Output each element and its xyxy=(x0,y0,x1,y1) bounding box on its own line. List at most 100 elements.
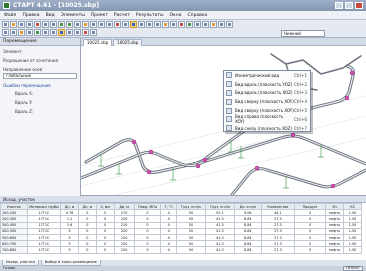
menu-item-isometric[interactable]: Изометрический вид Ctrl+1 xyxy=(224,71,310,80)
properties-panel: Перемещения Элемент: Разрешение от сочет… xyxy=(0,38,81,196)
menu-item-view[interactable]: Вид xyxy=(46,13,55,18)
menu-item-view-xoz[interactable]: Вид вдоль (плоскость XOZ) Ctrl+3 xyxy=(224,89,310,98)
model-viewport[interactable]: Изометрический вид Ctrl+1 Вид вдоль (пло… xyxy=(81,46,366,196)
support-icon[interactable] xyxy=(114,21,121,28)
layer-select[interactable]: Нижний xyxy=(281,30,325,37)
zoom-out-icon[interactable] xyxy=(146,21,153,28)
table-panel-header: Исход. участок xyxy=(0,196,366,203)
warning-icon[interactable] xyxy=(82,29,89,36)
results-icon[interactable] xyxy=(194,21,201,28)
table-cell[interactable]: 8.84 xyxy=(233,246,262,254)
help-icon[interactable] xyxy=(226,21,233,28)
table-cell[interactable]: 50 xyxy=(175,246,206,254)
menu-item-windows[interactable]: Окна xyxy=(170,13,182,18)
menu-item-file[interactable]: Файл xyxy=(4,13,16,18)
menu-item-elements[interactable]: Элементы xyxy=(61,13,85,18)
axis-x-field: Вдоль X: xyxy=(3,91,77,96)
table-cell[interactable]: 220 xyxy=(113,246,135,254)
fit-icon[interactable] xyxy=(170,21,177,28)
save-icon[interactable] xyxy=(18,21,25,28)
print-icon[interactable] xyxy=(26,21,33,28)
table-cell[interactable]: 700-800 xyxy=(0,246,28,254)
undo-icon[interactable] xyxy=(58,21,65,28)
doc-tab[interactable]: 10025.sbp xyxy=(83,39,113,46)
valve-icon[interactable] xyxy=(42,29,49,36)
table-cell[interactable]: 0 xyxy=(95,246,115,254)
stop-icon[interactable] xyxy=(178,21,185,28)
table-cell[interactable]: нефть xyxy=(325,246,345,254)
field-label: Вдоль Y: xyxy=(15,100,33,105)
move-icon[interactable] xyxy=(10,29,17,36)
document-tabs: 10025.sbp 10025.sbp xyxy=(81,38,366,46)
view-dropdown-menu: Изометрический вид Ctrl+1 Вид вдоль (пло… xyxy=(223,70,311,132)
table-cell[interactable]: 0 xyxy=(133,246,162,254)
menu-item-shortcut: Ctrl+2 xyxy=(294,81,308,87)
zoom-in-icon[interactable] xyxy=(138,21,145,28)
report-icon[interactable] xyxy=(210,21,217,28)
menu-item-project[interactable]: Проект xyxy=(91,13,108,18)
calc-icon[interactable] xyxy=(82,21,89,28)
filter-icon[interactable] xyxy=(74,29,81,36)
table-cell[interactable]: 41.3 xyxy=(204,246,235,254)
layers-icon[interactable] xyxy=(66,29,73,36)
menu-item-results[interactable]: Результаты xyxy=(136,13,164,18)
doc-tab[interactable]: 10025.sbp xyxy=(113,39,143,46)
table-cell[interactable]: 27.3 xyxy=(260,246,296,254)
new-icon[interactable] xyxy=(2,21,9,28)
menu-item-help[interactable]: Справка xyxy=(187,13,207,18)
grid-icon[interactable] xyxy=(74,21,81,28)
close-button[interactable] xyxy=(355,2,363,9)
delete-icon[interactable] xyxy=(26,29,33,36)
pan-icon[interactable] xyxy=(154,21,161,28)
app-icon xyxy=(3,2,10,9)
menu-item-label: Вид сверху (плоскость XOY) xyxy=(235,108,294,114)
open-icon[interactable] xyxy=(10,21,17,28)
menu-item-shortcut: Ctrl+3 xyxy=(294,90,308,96)
axis-y-field: Вдоль Y: xyxy=(3,100,77,105)
menu-item-edit[interactable]: Правка xyxy=(22,13,39,18)
run-icon[interactable] xyxy=(186,21,193,28)
menu-item-view-bottom[interactable]: Вид снизу (плоскость XOZ) Ctrl+7 xyxy=(224,124,310,133)
table-cell[interactable]: 17Г1С xyxy=(26,246,62,254)
minimize-button[interactable] xyxy=(335,2,343,9)
axes-direction-select[interactable]: глобальные xyxy=(3,73,77,79)
field-label: Вдоль X: xyxy=(15,91,34,96)
table-icon[interactable] xyxy=(90,21,97,28)
status-bar: Готово ПРОЕКТ xyxy=(0,266,366,271)
copy-icon[interactable] xyxy=(42,21,49,28)
panel-header: Перемещения xyxy=(0,38,80,46)
insert-icon[interactable] xyxy=(18,29,25,36)
tee-icon[interactable] xyxy=(34,29,41,36)
bend-icon[interactable] xyxy=(122,21,129,28)
paste-icon[interactable] xyxy=(50,21,57,28)
table-cell[interactable]: 4 xyxy=(160,246,177,254)
reducer-icon[interactable] xyxy=(50,29,57,36)
view-icon[interactable] xyxy=(130,21,137,28)
pipe-icon[interactable] xyxy=(98,21,105,28)
view-xoz-icon xyxy=(226,89,232,96)
redo-icon[interactable] xyxy=(66,21,73,28)
table-cell[interactable]: 0 xyxy=(294,246,327,254)
menu-item-view-top[interactable]: Вид сверху (плоскость XOY) Ctrl+4 xyxy=(224,97,310,106)
display-icon[interactable] xyxy=(58,29,65,36)
table-row[interactable]: 700-800 17Г1С 5 0 0 220 0 4 50 41.3 8.84 27.3 0 нефть… xyxy=(0,246,362,254)
maximize-button[interactable] xyxy=(345,2,353,9)
menu-item-label: Изометрический вид xyxy=(235,72,280,78)
rotate-icon[interactable] xyxy=(162,21,169,28)
node-icon[interactable] xyxy=(106,21,113,28)
view-yoz-icon xyxy=(226,81,232,88)
menu-item-calculate[interactable]: Расчет xyxy=(114,13,130,18)
table-cell[interactable]: 1.50 xyxy=(343,246,362,254)
data-table: Участок Материал трубы Дн, м Дн, м S, мм Ди, … xyxy=(0,203,362,254)
table-cell[interactable]: 5 xyxy=(60,246,79,254)
select-icon[interactable] xyxy=(2,29,9,36)
list-icon[interactable] xyxy=(90,29,97,36)
menu-item-view-yoz[interactable]: Вид вдоль (плоскость YOZ) Ctrl+2 xyxy=(224,80,310,89)
toolbar-row-1 xyxy=(2,21,233,29)
view-top-icon xyxy=(226,107,232,114)
settings-icon[interactable] xyxy=(218,21,225,28)
cut-icon[interactable] xyxy=(34,21,41,28)
table-cell[interactable]: 0 xyxy=(77,246,97,254)
menu-item-view-right[interactable]: Вид справа (плоскость XOY) Ctrl+6 xyxy=(224,114,310,124)
chart-icon[interactable] xyxy=(202,21,209,28)
